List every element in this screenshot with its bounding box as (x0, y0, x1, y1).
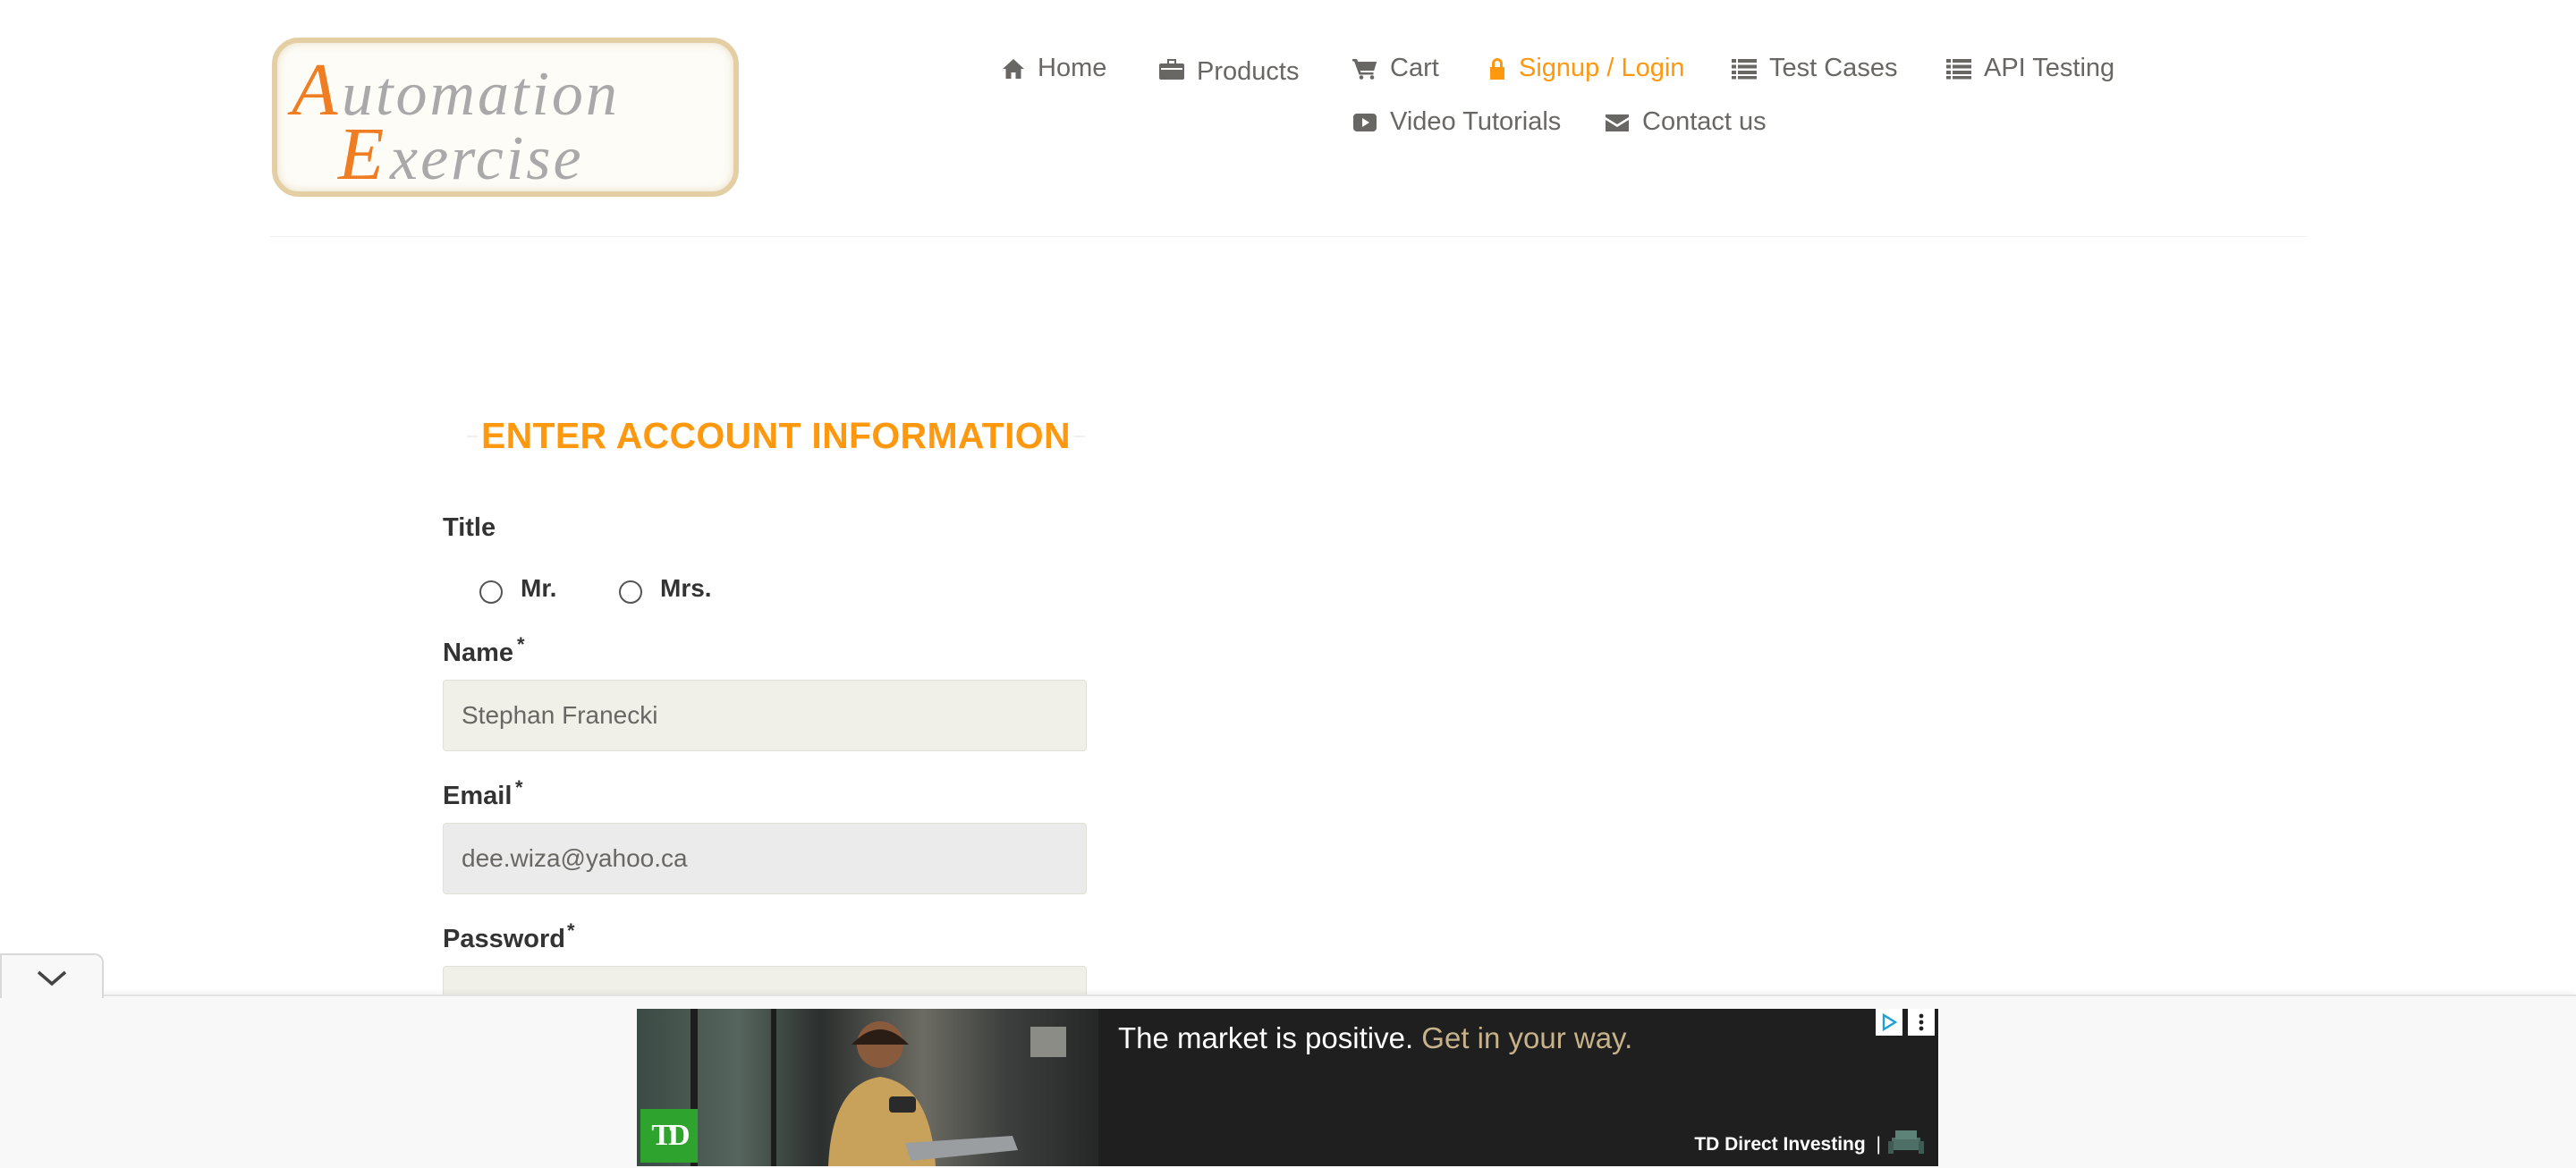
ad-headline: The market is positive. Get in your way. (1118, 1021, 1632, 1055)
ad-options-icon[interactable] (1908, 1009, 1935, 1036)
nav-video-tutorials-label: Video Tutorials (1390, 107, 1562, 136)
ad-brand: TD Direct Investing | (1694, 1134, 1881, 1155)
list-icon (1946, 58, 1971, 79)
cart-icon (1352, 58, 1377, 80)
title-mr-radio[interactable] (479, 580, 503, 604)
email-input[interactable] (443, 823, 1087, 894)
nav-signup-login[interactable]: Signup / Login (1488, 54, 1684, 83)
ad-collapse-button[interactable] (0, 953, 104, 998)
nav-video-tutorials[interactable]: Video Tutorials (1352, 107, 1561, 137)
logo-initial-e: E (337, 113, 384, 191)
ad-headline-text: The market is positive. (1118, 1021, 1414, 1054)
ad-brand-name: TD Direct Investing (1694, 1134, 1866, 1155)
ad-brand-separator: | (1876, 1134, 1881, 1155)
nav-contact-us-label: Contact us (1642, 107, 1767, 136)
td-logo: TD (640, 1109, 698, 1163)
header-divider (270, 236, 2308, 237)
chevron-down-icon (37, 970, 67, 986)
email-required-mark: * (515, 776, 523, 799)
nav-api-testing[interactable]: API Testing (1946, 54, 2114, 83)
nav-test-cases[interactable]: Test Cases (1732, 54, 1897, 83)
nav-home[interactable]: Home (1002, 54, 1106, 83)
youtube-play-icon (1353, 113, 1377, 131)
name-required-mark: * (517, 633, 525, 656)
form-heading: ENTER ACCOUNT INFORMATION (467, 411, 1085, 460)
logo-line2-rest: xercise (389, 124, 584, 191)
nav-test-cases-label: Test Cases (1769, 54, 1898, 82)
ad-image: TD (637, 1009, 1098, 1166)
title-mr-label[interactable]: Mr. (521, 574, 556, 603)
title-mrs-label[interactable]: Mrs. (660, 574, 712, 603)
name-label: Name (443, 639, 513, 667)
email-label: Email (443, 782, 513, 810)
list-icon (1732, 58, 1757, 79)
nav-products[interactable]: Products (1159, 54, 1299, 86)
adchoices-icon[interactable] (1876, 1009, 1902, 1036)
ad-banner[interactable]: TD The market is positive. Get in your w… (637, 1009, 1938, 1166)
password-required-mark: * (567, 919, 575, 942)
lock-icon (1490, 57, 1504, 80)
nav-contact-us[interactable]: Contact us (1605, 107, 1767, 137)
ad-photo-illustration (691, 1009, 1066, 1166)
nav-cart-label: Cart (1390, 54, 1439, 82)
title-label: Title (443, 513, 496, 542)
name-input[interactable] (443, 680, 1087, 751)
title-mrs-radio[interactable] (619, 580, 642, 604)
briefcase-icon (1159, 58, 1184, 80)
site-logo[interactable]: A utomation E xercise (272, 38, 739, 197)
logo-initial-a: A (287, 48, 338, 131)
password-label: Password (443, 925, 565, 953)
nav-signup-login-label: Signup / Login (1519, 54, 1685, 82)
ad-cta[interactable]: Get in your way. (1421, 1021, 1632, 1054)
nav-api-testing-label: API Testing (1984, 54, 2115, 82)
nav-home-label: Home (1038, 54, 1107, 82)
envelope-icon (1606, 114, 1629, 131)
home-icon (1003, 58, 1024, 79)
nav-products-label: Products (1197, 57, 1300, 86)
nav-cart[interactable]: Cart (1352, 54, 1439, 83)
logo-wordmark: A utomation E xercise (287, 48, 617, 191)
armchair-icon (1888, 1130, 1924, 1154)
